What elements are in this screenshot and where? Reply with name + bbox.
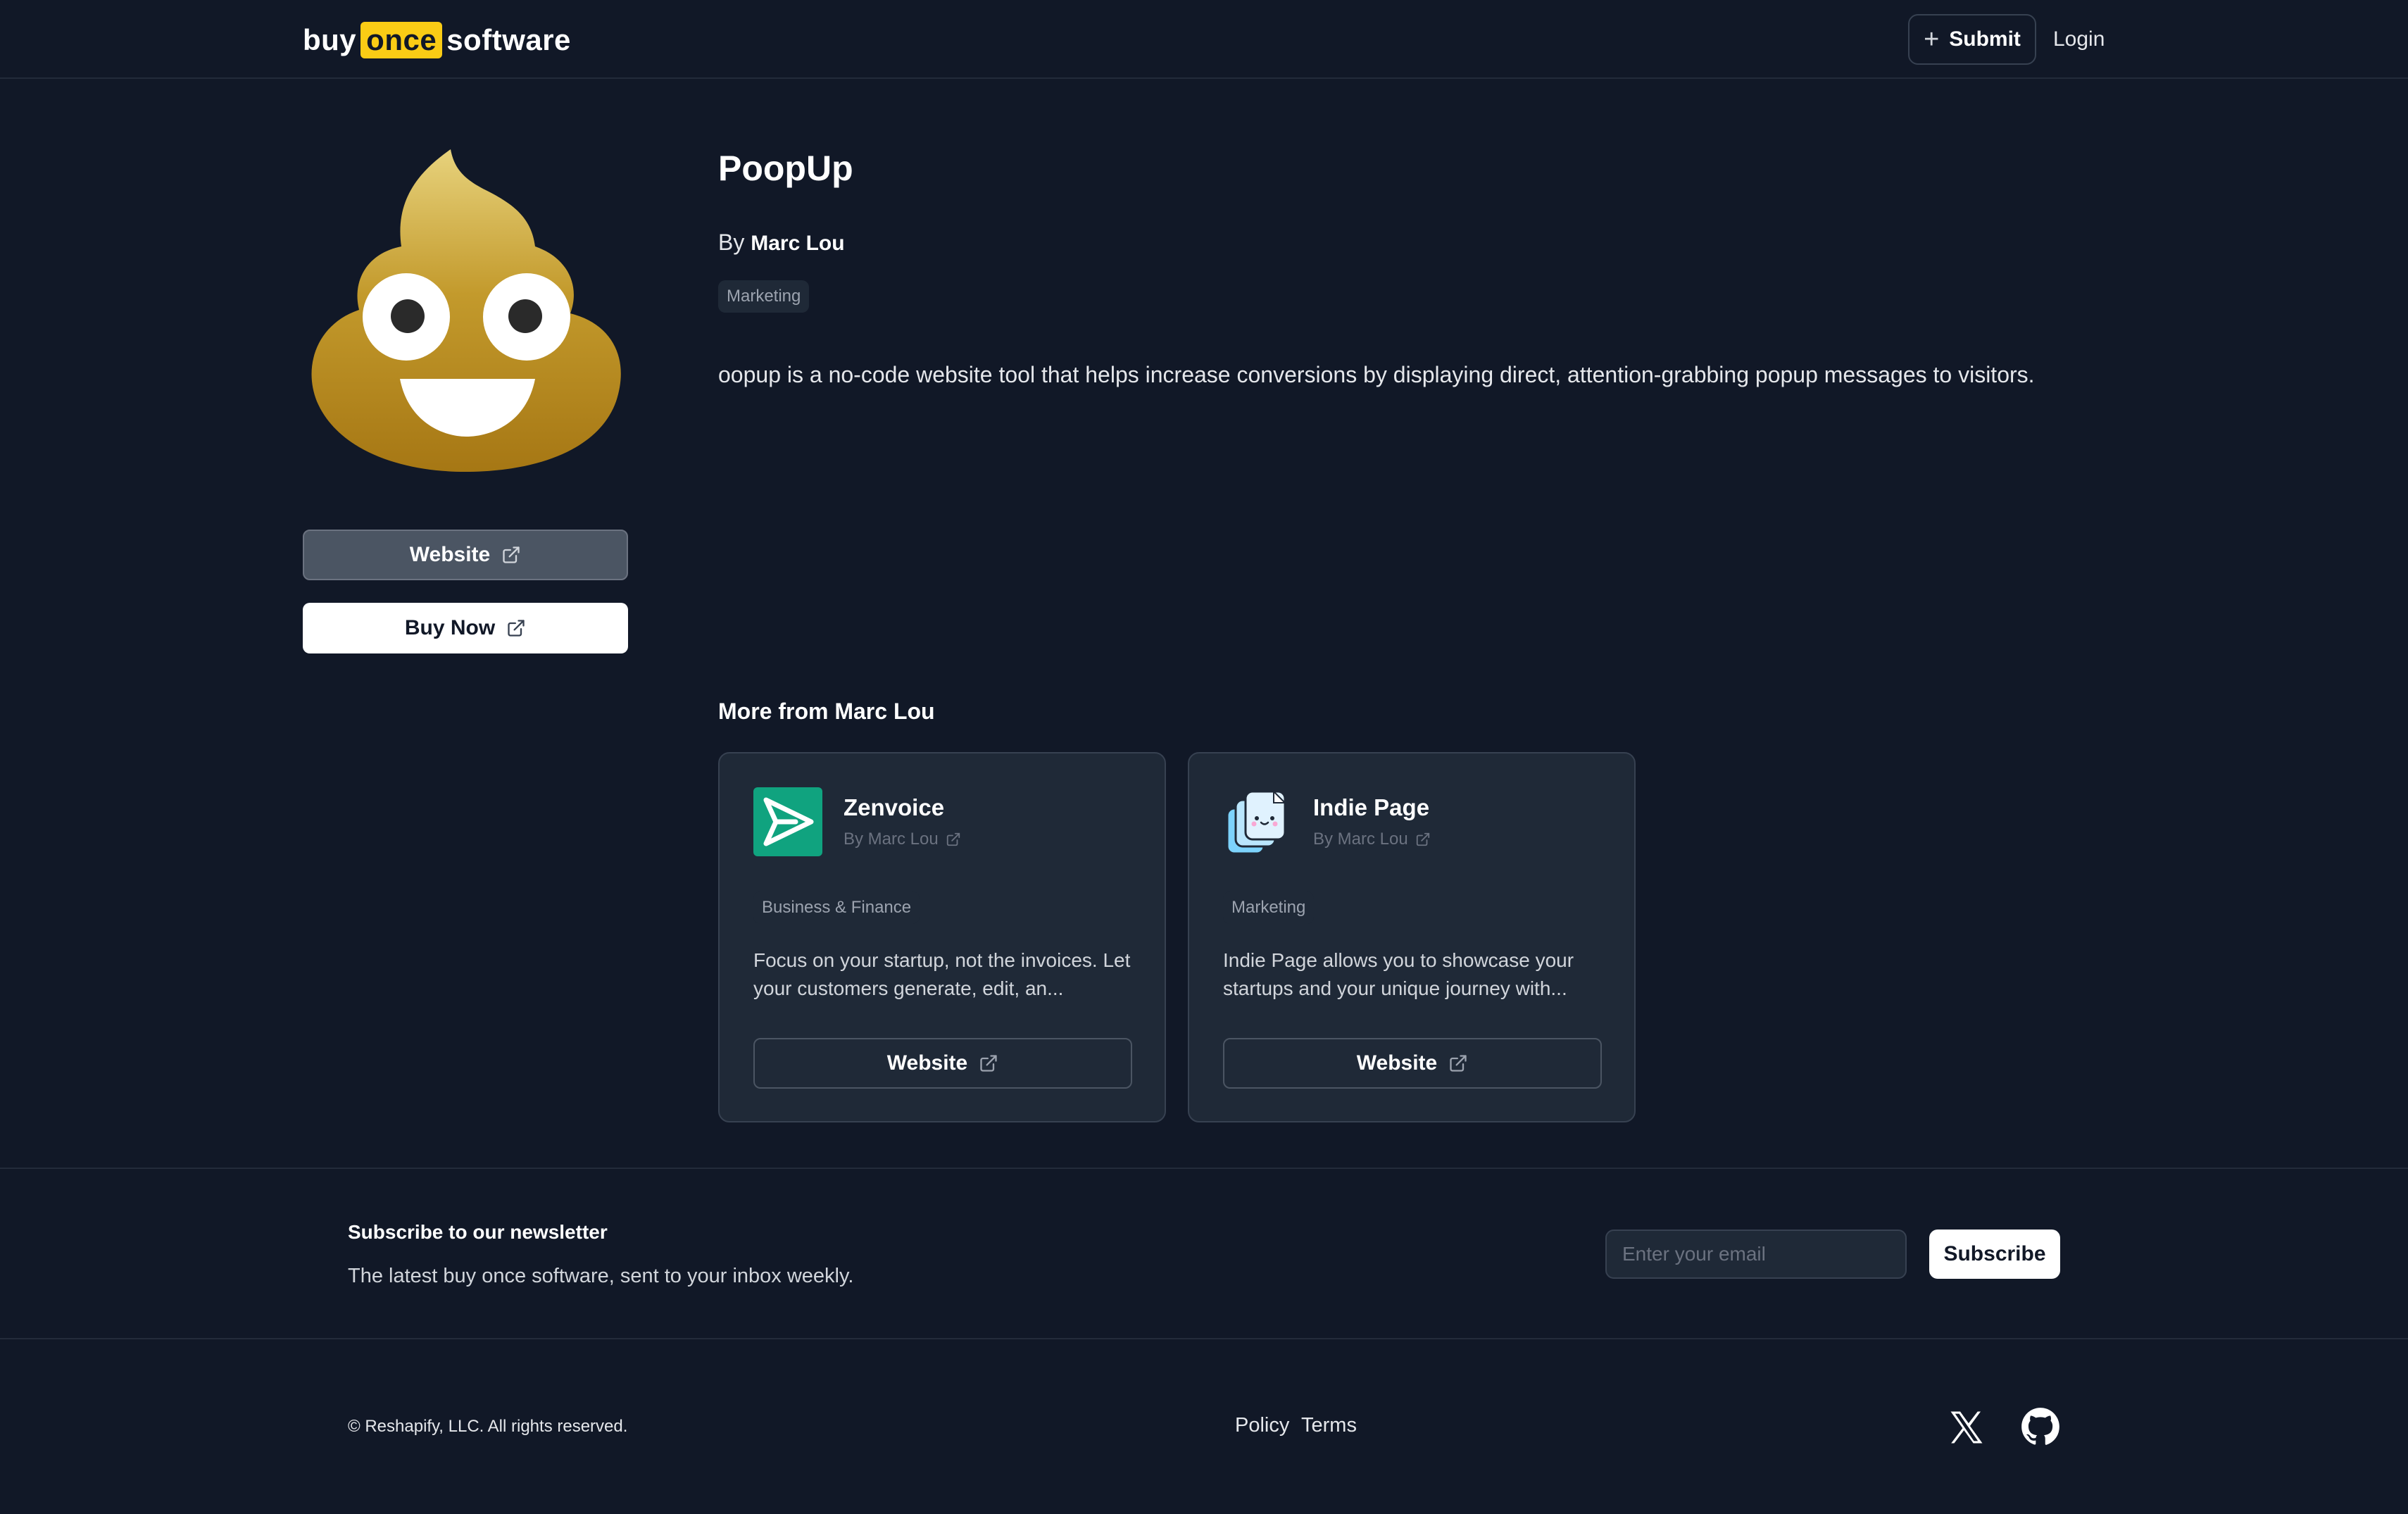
site-logo[interactable]: buy once software: [303, 15, 571, 65]
card-description: Indie Page allows you to showcase your s…: [1223, 949, 1574, 999]
more-from-heading: More from Marc Lou: [718, 699, 935, 724]
card-website-button-label: Website: [1356, 1051, 1438, 1075]
stacked-pages-icon: [1226, 789, 1287, 855]
footer-divider: [0, 1338, 2408, 1339]
card-website-button[interactable]: Website: [1223, 1038, 1602, 1089]
buy-now-button-label: Buy Now: [404, 616, 496, 639]
subscribe-button[interactable]: Subscribe: [1929, 1230, 2060, 1279]
card-title: Zenvoice: [844, 794, 945, 820]
card-tag[interactable]: Marketing: [1223, 891, 1315, 924]
website-button-label: Website: [409, 543, 491, 566]
login-link[interactable]: Login: [2053, 14, 2105, 65]
logo-text-buy: buy: [303, 23, 357, 56]
card-description: Focus on your startup, not the invoices.…: [753, 949, 1131, 999]
submit-button[interactable]: + Submit: [1908, 14, 2036, 65]
email-input[interactable]: [1605, 1230, 1907, 1279]
author-link[interactable]: Marc Lou: [751, 232, 844, 255]
section-divider: [0, 1168, 2408, 1169]
card-byline-text: By Marc Lou: [844, 830, 939, 849]
github-icon[interactable]: [2021, 1407, 2060, 1446]
poop-emoji-icon: [311, 149, 621, 472]
byline-prefix: By: [718, 230, 745, 255]
website-button[interactable]: Website: [303, 530, 628, 580]
card-byline-text: By Marc Lou: [1313, 830, 1408, 849]
card-byline[interactable]: By Marc Lou: [844, 830, 961, 849]
product-byline: By Marc Lou: [718, 230, 845, 256]
product-description: oopup is a no-code website tool that hel…: [718, 362, 2035, 387]
external-link-icon: [946, 832, 960, 846]
card-title: Indie Page: [1313, 794, 1430, 820]
card-website-button-label: Website: [886, 1051, 968, 1075]
external-link-icon: [1416, 832, 1429, 846]
external-link-icon: [980, 1055, 997, 1072]
product-title: PoopUp: [718, 149, 853, 188]
product-card-zenvoice[interactable]: Zenvoice By Marc Lou Business & Finance …: [718, 752, 1166, 1122]
card-website-button[interactable]: Website: [753, 1038, 1132, 1089]
logo-text-once: once: [360, 22, 443, 58]
paper-plane-icon: [753, 787, 822, 856]
external-link-icon: [503, 546, 520, 563]
external-link-icon: [1450, 1055, 1467, 1072]
category-tag[interactable]: Marketing: [718, 280, 810, 313]
logo-text-software: software: [446, 23, 571, 56]
terms-link[interactable]: Terms: [1301, 1414, 1357, 1437]
card-tag[interactable]: Business & Finance: [753, 891, 920, 924]
external-link-icon: [508, 620, 525, 637]
product-card-indie-page[interactable]: Indie Page By Marc Lou Marketing Indie P…: [1188, 752, 1636, 1122]
newsletter-title: Subscribe to our newsletter: [348, 1221, 608, 1243]
newsletter-subtitle: The latest buy once software, sent to yo…: [348, 1265, 854, 1287]
buy-now-button[interactable]: Buy Now: [303, 603, 628, 653]
copyright-text: © Reshapify, LLC. All rights reserved.: [348, 1417, 628, 1436]
policy-link[interactable]: Policy: [1235, 1414, 1289, 1437]
x-logo-icon[interactable]: [1948, 1408, 1986, 1446]
plus-icon: +: [1924, 25, 1940, 54]
submit-button-label: Submit: [1949, 27, 2021, 51]
card-byline[interactable]: By Marc Lou: [1313, 830, 1431, 849]
